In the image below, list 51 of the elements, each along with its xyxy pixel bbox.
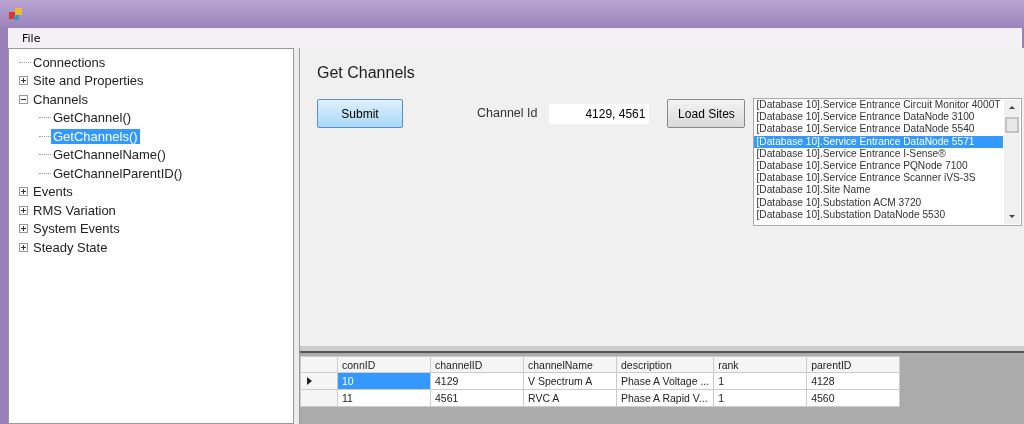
tree-item[interactable]: Events [31,184,75,200]
list-item[interactable]: [Database 10].Service Entrance I-Sense® [754,147,1004,160]
table-cell: 1 [713,389,807,407]
column-header[interactable]: connID [337,356,431,373]
submit-button[interactable]: Submit [317,99,403,128]
list-item[interactable]: [Database 10].Service Entrance Circuit Monitor 4000T [754,99,1004,112]
list-item[interactable]: [Database 10].Service Entrance DataNode 3100 [754,111,1004,124]
tree-item[interactable]: RMS Variation [31,202,118,218]
tree-item[interactable]: Site and Properties [31,73,146,89]
expand-icon[interactable] [19,76,28,86]
column-header[interactable]: channelID [430,356,524,373]
table-cell: Phase A Rapid V... [616,389,714,407]
table-cell: 11 [337,389,431,407]
tree-item[interactable]: Channels [31,91,90,107]
expand-icon[interactable] [19,187,28,197]
list-item[interactable]: [Database 10].Substation ACM 3720 [754,196,1004,209]
field-label: Channel Id [477,106,538,120]
menu-item[interactable]: File [20,31,43,45]
table-cell: RVC A [523,389,617,407]
column-header[interactable]: channelName [523,356,617,373]
list-item[interactable]: [Database 10].Service Entrance PQNode 7100 [754,159,1004,173]
table-cell: 4561 [430,389,524,407]
column-header[interactable]: rank [713,356,807,373]
tree-item[interactable]: GetChannelName() [51,147,168,163]
list-item[interactable]: [Database 10].Service Entrance Scanner iVS-3S [754,172,1004,185]
column-header[interactable]: description [616,356,714,373]
current-row-icon [307,377,312,385]
tree-item[interactable]: Connections [31,54,108,70]
tree-item[interactable]: GetChannelParentID() [51,165,185,181]
tree-item[interactable]: Steady State [31,239,110,255]
list-item[interactable]: [Database 10].Service Entrance DataNode 5540 [754,123,1004,136]
table-cell: 4560 [806,389,900,407]
table-cell: V Spectrum A [523,372,617,390]
list-item[interactable]: [Database 10].Substation DataNode 5530 [754,208,1004,221]
expand-icon[interactable] [19,205,28,215]
tree-item[interactable]: GetChannel() [51,110,134,126]
page-heading: Get Channels [317,64,416,82]
scrollbar[interactable] [1004,100,1021,224]
expand-icon[interactable] [19,242,28,252]
table-cell: 4128 [806,372,900,390]
app-icon [8,7,24,21]
expand-icon[interactable] [19,94,28,104]
table-cell: 1 [713,372,807,390]
table-cell: 4129 [430,372,524,390]
channel-id-field[interactable]: 4129, 4561 [549,104,650,124]
table-cell: Phase A Voltage ... [616,372,714,390]
list-item[interactable]: [Database 10].Site Name [754,184,1004,197]
load-sites-button[interactable]: Load Sites [667,99,746,128]
expand-icon[interactable] [19,224,28,234]
tree-item[interactable]: System Events [31,221,122,237]
column-header[interactable]: parentID [806,356,900,373]
